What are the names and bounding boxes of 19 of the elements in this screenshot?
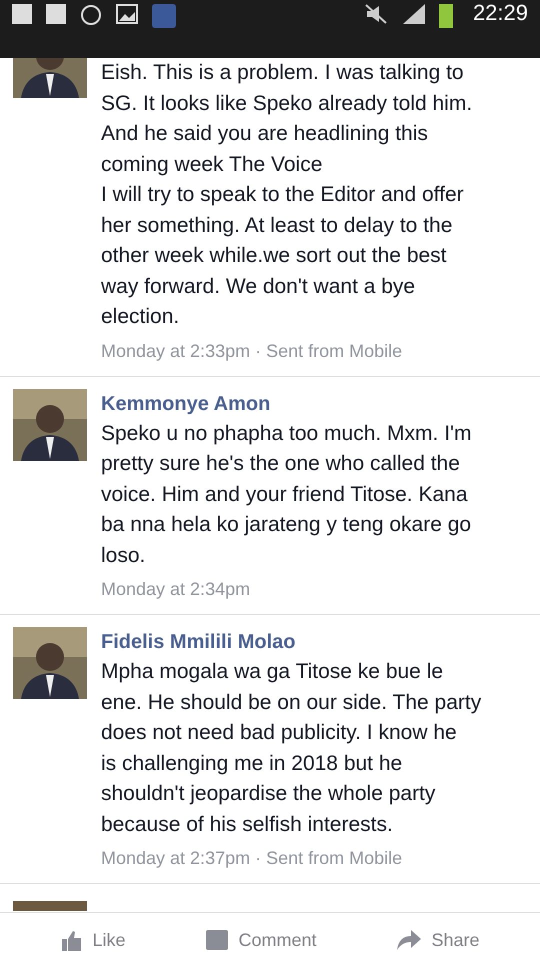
comment-icon bbox=[206, 930, 228, 950]
action-button[interactable]: Like bbox=[60, 929, 126, 951]
timestamp: Monday at 2:34pm bbox=[101, 579, 252, 600]
image-icon bbox=[116, 4, 138, 24]
action-button[interactable]: Comment bbox=[206, 929, 316, 951]
author-name[interactable]: Fidelis Mmilili Molao bbox=[101, 627, 528, 657]
clock-time: 22:29 bbox=[472, 0, 528, 26]
thumbs-up-icon bbox=[60, 929, 82, 951]
message-text: Speko u no phapha too much. Mxm. I'm pretty sure he's the one who called the voice. Him and your friend Titose. Kana ba nna hela ko jarateng y teng okare go loso. bbox=[101, 420, 473, 568]
timestamp: Monday at 2:33pm · Sent from Mobile bbox=[101, 340, 404, 362]
battery-icon bbox=[438, 4, 453, 28]
mute-icon bbox=[364, 4, 387, 24]
message-text: Mpha mogala wa ga Titose ke bue le ene. He should be on our side. The party does not need bad publicity. I know he is challenging me in 2018 but he shouldn't jeopardise the whole party because of his selfish interests. bbox=[101, 659, 482, 838]
author-name[interactable]: Kemmonye Amon bbox=[101, 388, 528, 418]
share-icon bbox=[397, 930, 422, 950]
timestamp: Monday at 2:37pm · Sent from Mobile bbox=[101, 848, 404, 869]
action-button[interactable]: Share bbox=[397, 929, 480, 951]
message-text: Eish. This is a problem. I was talking to SG. It looks like Speko already told him. And he said you are headlining this coming week The Voice I will try to speak to the Editor and offer her something. At least to delay to the other week while.we sort out the best way forward. We don't want a bye election. bbox=[101, 60, 474, 330]
chat-icon bbox=[80, 4, 102, 26]
